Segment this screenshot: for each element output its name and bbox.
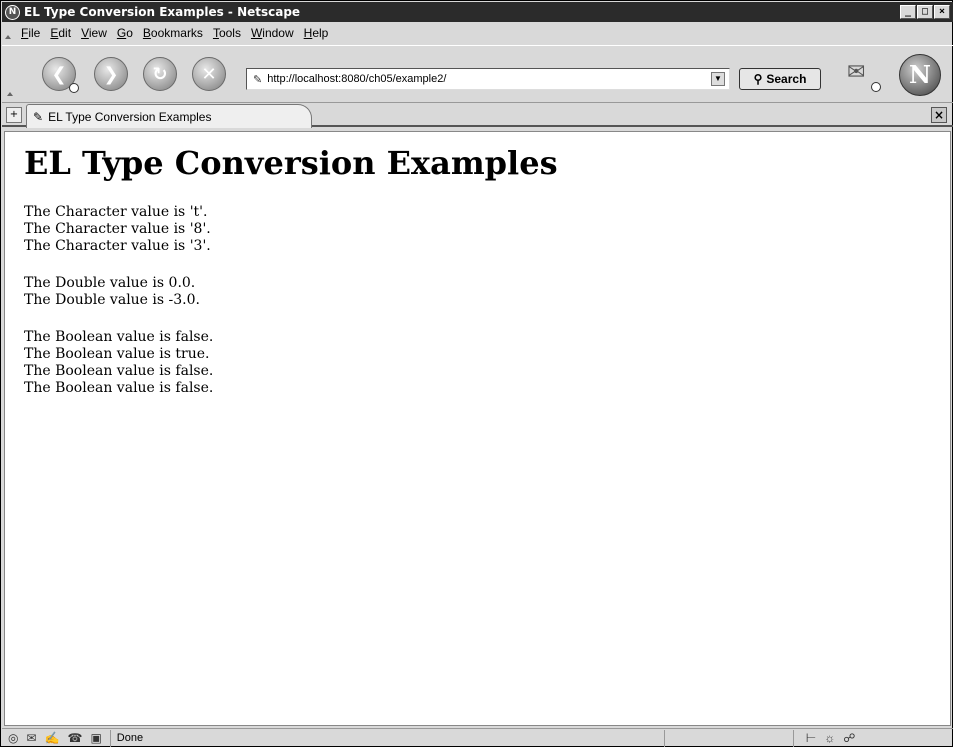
menu-file-label: ile	[28, 25, 41, 40]
close-button[interactable]: ×	[934, 5, 950, 19]
browser-window: N EL Type Conversion Examples - Netscape…	[0, 0, 953, 747]
mail-icon[interactable]: ✉	[847, 60, 881, 92]
page-content: EL Type Conversion Examples The Characte…	[4, 131, 951, 726]
menu-bar: File Edit View Go Bookmarks Tools Window…	[2, 22, 953, 43]
reload-icon: ↻	[152, 63, 168, 85]
result-line: The Character value is '8'.	[24, 221, 211, 237]
result-line: The Boolean value is false.	[24, 363, 214, 379]
window-title: EL Type Conversion Examples - Netscape	[24, 5, 301, 19]
menu-view-mnemonic: V	[81, 25, 89, 40]
search-icon: ⚲	[753, 72, 763, 86]
page-heading: EL Type Conversion Examples	[24, 144, 558, 182]
new-tab-icon[interactable]: +	[6, 107, 22, 123]
menu-window[interactable]: Window	[246, 26, 299, 40]
maximize-button[interactable]: □	[917, 5, 933, 19]
close-tab-icon[interactable]: ×	[931, 107, 947, 123]
tab-label: EL Type Conversion Examples	[48, 109, 212, 124]
result-line: The Boolean value is false.	[24, 329, 214, 345]
composer-icon[interactable]: ✍	[45, 731, 60, 745]
status-indicators: ⊢ ☼ ☍	[806, 731, 856, 745]
back-button[interactable]: ❮	[42, 57, 79, 93]
address-book-icon[interactable]: ☎	[68, 731, 83, 745]
tab-el-type-conversion[interactable]: ✎ EL Type Conversion Examples	[26, 104, 312, 128]
navigator-icon[interactable]: ◎	[8, 731, 18, 745]
menu-window-mnemonic: W	[250, 25, 263, 40]
search-label: Search	[766, 72, 807, 86]
menu-go[interactable]: Go	[112, 26, 138, 40]
menu-view[interactable]: View	[76, 26, 112, 40]
menu-edit-label: dit	[58, 25, 72, 40]
component-bar: ◎ ✉ ✍ ☎ ▣	[8, 731, 102, 745]
menubar-grip-handle[interactable]	[4, 25, 12, 41]
window-controls: _ □ ×	[900, 5, 950, 19]
back-history-dropdown-icon[interactable]	[69, 83, 79, 93]
menu-window-label: indow	[262, 25, 294, 40]
security-lock-icon[interactable]: ☍	[843, 731, 855, 745]
status-text: Done	[109, 729, 664, 747]
netscape-logo-icon[interactable]: N	[899, 54, 941, 96]
menu-bookmarks-mnemonic: B	[142, 25, 151, 40]
status-bar: ◎ ✉ ✍ ☎ ▣ Done ⊢ ☼ ☍	[2, 728, 953, 747]
online-status-icon[interactable]: ⊢	[806, 731, 816, 745]
progress-meter	[663, 729, 794, 747]
result-line: The Boolean value is false.	[24, 380, 214, 396]
minimize-button[interactable]: _	[900, 5, 916, 19]
menu-go-label: o	[126, 25, 133, 40]
forward-icon: ❯	[103, 63, 119, 85]
mail-dropdown-icon[interactable]	[871, 82, 881, 92]
reload-button[interactable]: ↻	[143, 57, 177, 91]
menu-view-label: iew	[88, 25, 107, 40]
toolbar-grip-handle[interactable]	[6, 82, 14, 98]
search-button[interactable]: ⚲ Search	[739, 68, 821, 90]
result-line: The Character value is '3'.	[24, 238, 211, 254]
url-field[interactable]: ✎ http://localhost:8080/ch05/example2/ ▼	[246, 68, 730, 90]
tab-page-icon: ✎	[33, 109, 44, 124]
character-results: The Character value is 't'. The Characte…	[24, 204, 950, 255]
url-history-dropdown-icon[interactable]: ▼	[711, 72, 725, 86]
chat-icon[interactable]: ▣	[90, 731, 101, 745]
menu-tools[interactable]: Tools	[208, 26, 246, 40]
navigation-toolbar: ❮ ❯ ↻ ✕ ✎ http://localhost:8080/ch05/exa…	[2, 45, 953, 103]
double-results: The Double value is 0.0. The Double valu…	[24, 275, 950, 309]
forward-button[interactable]: ❯	[94, 57, 128, 91]
cookie-icon[interactable]: ☼	[824, 731, 835, 745]
title-bar[interactable]: N EL Type Conversion Examples - Netscape…	[2, 2, 953, 22]
stop-icon: ✕	[201, 63, 217, 85]
menu-bookmarks[interactable]: Bookmarks	[138, 26, 208, 40]
stop-button[interactable]: ✕	[192, 57, 226, 91]
menu-help-mnemonic: H	[303, 25, 313, 40]
menu-go-mnemonic: G	[116, 25, 127, 40]
menu-tools-label: ools	[218, 25, 241, 40]
menu-file[interactable]: File	[16, 26, 45, 40]
url-text[interactable]: http://localhost:8080/ch05/example2/	[267, 73, 711, 85]
menu-help-label: elp	[312, 25, 329, 40]
netscape-app-icon[interactable]: N	[5, 4, 20, 20]
tab-bar: + ✎ EL Type Conversion Examples ×	[2, 103, 953, 128]
page-icon: ✎	[253, 73, 263, 86]
menu-help[interactable]: Help	[299, 26, 334, 40]
result-line: The Double value is 0.0.	[24, 275, 196, 291]
result-line: The Boolean value is true.	[24, 346, 210, 362]
mail-component-icon[interactable]: ✉	[26, 731, 36, 745]
back-icon: ❮	[51, 63, 67, 85]
menu-edit[interactable]: Edit	[45, 26, 76, 40]
result-line: The Character value is 't'.	[24, 204, 208, 220]
menu-bookmarks-label: ookmarks	[150, 25, 203, 40]
boolean-results: The Boolean value is false. The Boolean …	[24, 329, 950, 397]
result-line: The Double value is -3.0.	[24, 292, 200, 308]
